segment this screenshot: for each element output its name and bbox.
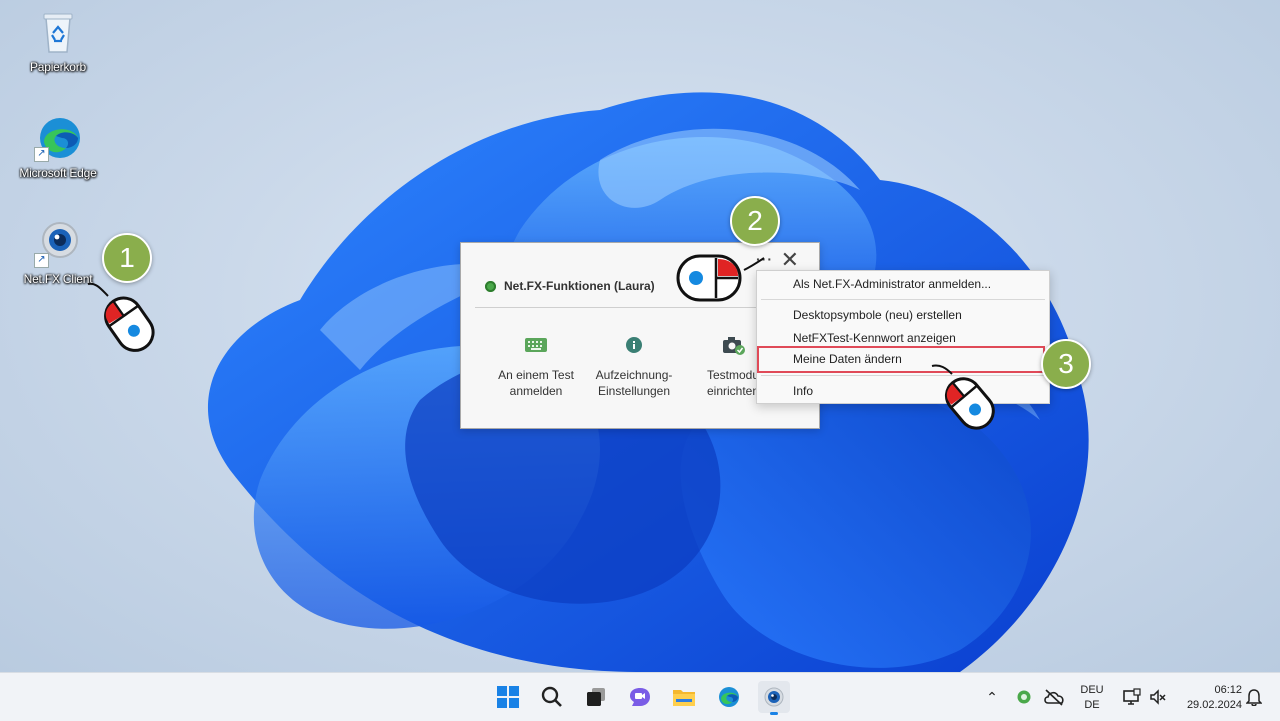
menu-item-admin-login[interactable]: Als Net.FX-Administrator anmelden...	[793, 277, 991, 291]
desktop-icon-edge[interactable]: ↗ Microsoft Edge	[10, 114, 106, 180]
keyboard-icon	[524, 335, 548, 355]
menu-item-info[interactable]: Info	[793, 384, 813, 398]
file-explorer-button[interactable]	[668, 681, 700, 713]
desktop-icon-label: Papierkorb	[29, 60, 87, 74]
search-icon	[541, 686, 562, 707]
netfx-client-icon: ↗	[34, 220, 82, 268]
mouse-click-icon	[931, 364, 995, 430]
keyboard-layout: DE	[1084, 699, 1100, 711]
notifications-button[interactable]	[1238, 681, 1270, 713]
edge-icon	[719, 687, 739, 707]
camera-check-icon	[721, 335, 745, 355]
chat-button[interactable]	[624, 681, 656, 713]
running-indicator	[770, 712, 778, 715]
file-explorer-icon	[673, 690, 695, 706]
teams-chat-icon	[630, 688, 650, 706]
network-icon	[1123, 688, 1141, 705]
clock-time: 06:12	[1214, 684, 1242, 696]
menu-item-show-password[interactable]: NetFXTest-Kennwort anzeigen	[793, 331, 956, 345]
onedrive-button[interactable]	[1038, 681, 1070, 713]
desktop: Papierkorb ↗ Microsoft Edge ↗ Net.FX Cli…	[0, 0, 1280, 672]
clock-date: 29.02.2024	[1186, 699, 1242, 711]
info-icon	[622, 335, 646, 355]
search-button[interactable]	[536, 681, 568, 713]
status-icon	[485, 280, 496, 292]
show-hidden-icons-button[interactable]: ⌃	[976, 681, 1008, 713]
chevron-up-icon: ⌃	[986, 688, 998, 705]
popup-title: Net.FX-Funktionen (Laura)	[485, 279, 655, 293]
start-button[interactable]	[492, 681, 524, 713]
clock[interactable]: 06:12 29.02.2024	[1174, 683, 1242, 713]
function-label-line1: Aufzeichnung-	[595, 368, 673, 382]
start-icon	[497, 686, 519, 708]
menu-item-change-my-data[interactable]: Meine Daten ändern	[793, 352, 902, 366]
cloud-offline-icon	[1044, 689, 1064, 706]
task-view-button[interactable]	[580, 681, 612, 713]
function-label-line2: anmelden	[509, 384, 563, 398]
netfx-taskbar-button[interactable]	[758, 681, 790, 715]
mouse-click-icon	[676, 254, 765, 302]
recycle-bin-icon	[34, 8, 82, 56]
function-label-line2: Einstellungen	[597, 384, 671, 398]
netfx-client-icon	[764, 687, 784, 707]
mouse-click-icon	[87, 282, 155, 352]
function-test-login[interactable]: An einem Test anmelden	[486, 335, 586, 399]
taskbar: ⌃ DEU DE 06:12 29.02.2024	[0, 672, 1280, 721]
step-badge-2: 2	[730, 196, 780, 246]
step-badge-3: 3	[1041, 339, 1091, 389]
bell-icon	[1246, 689, 1262, 706]
edge-icon: ↗	[34, 114, 82, 162]
volume-muted-icon	[1150, 689, 1166, 705]
language-code: DEU	[1080, 684, 1104, 696]
edge-taskbar-button[interactable]	[712, 681, 744, 713]
menu-separator	[761, 299, 1045, 300]
input-language-indicator[interactable]: DEU DE	[1076, 683, 1108, 713]
volume-button[interactable]	[1142, 681, 1174, 713]
popup-title-text: Net.FX-Funktionen (Laura)	[504, 279, 655, 293]
function-label-line1: An einem Test	[498, 368, 574, 382]
menu-item-create-desktop-icons[interactable]: Desktopsymbole (neu) erstellen	[793, 308, 962, 322]
desktop-icon-recycle-bin[interactable]: Papierkorb	[10, 8, 106, 74]
netfx-status-icon	[1017, 690, 1031, 704]
shortcut-arrow-icon: ↗	[34, 253, 49, 268]
desktop-icon-label: Microsoft Edge	[19, 166, 97, 180]
function-recording-settings[interactable]: Aufzeichnung- Einstellungen	[584, 335, 684, 399]
shortcut-arrow-icon: ↗	[34, 147, 49, 162]
task-view-icon	[587, 688, 605, 706]
netfx-tray-button[interactable]	[1008, 681, 1040, 713]
